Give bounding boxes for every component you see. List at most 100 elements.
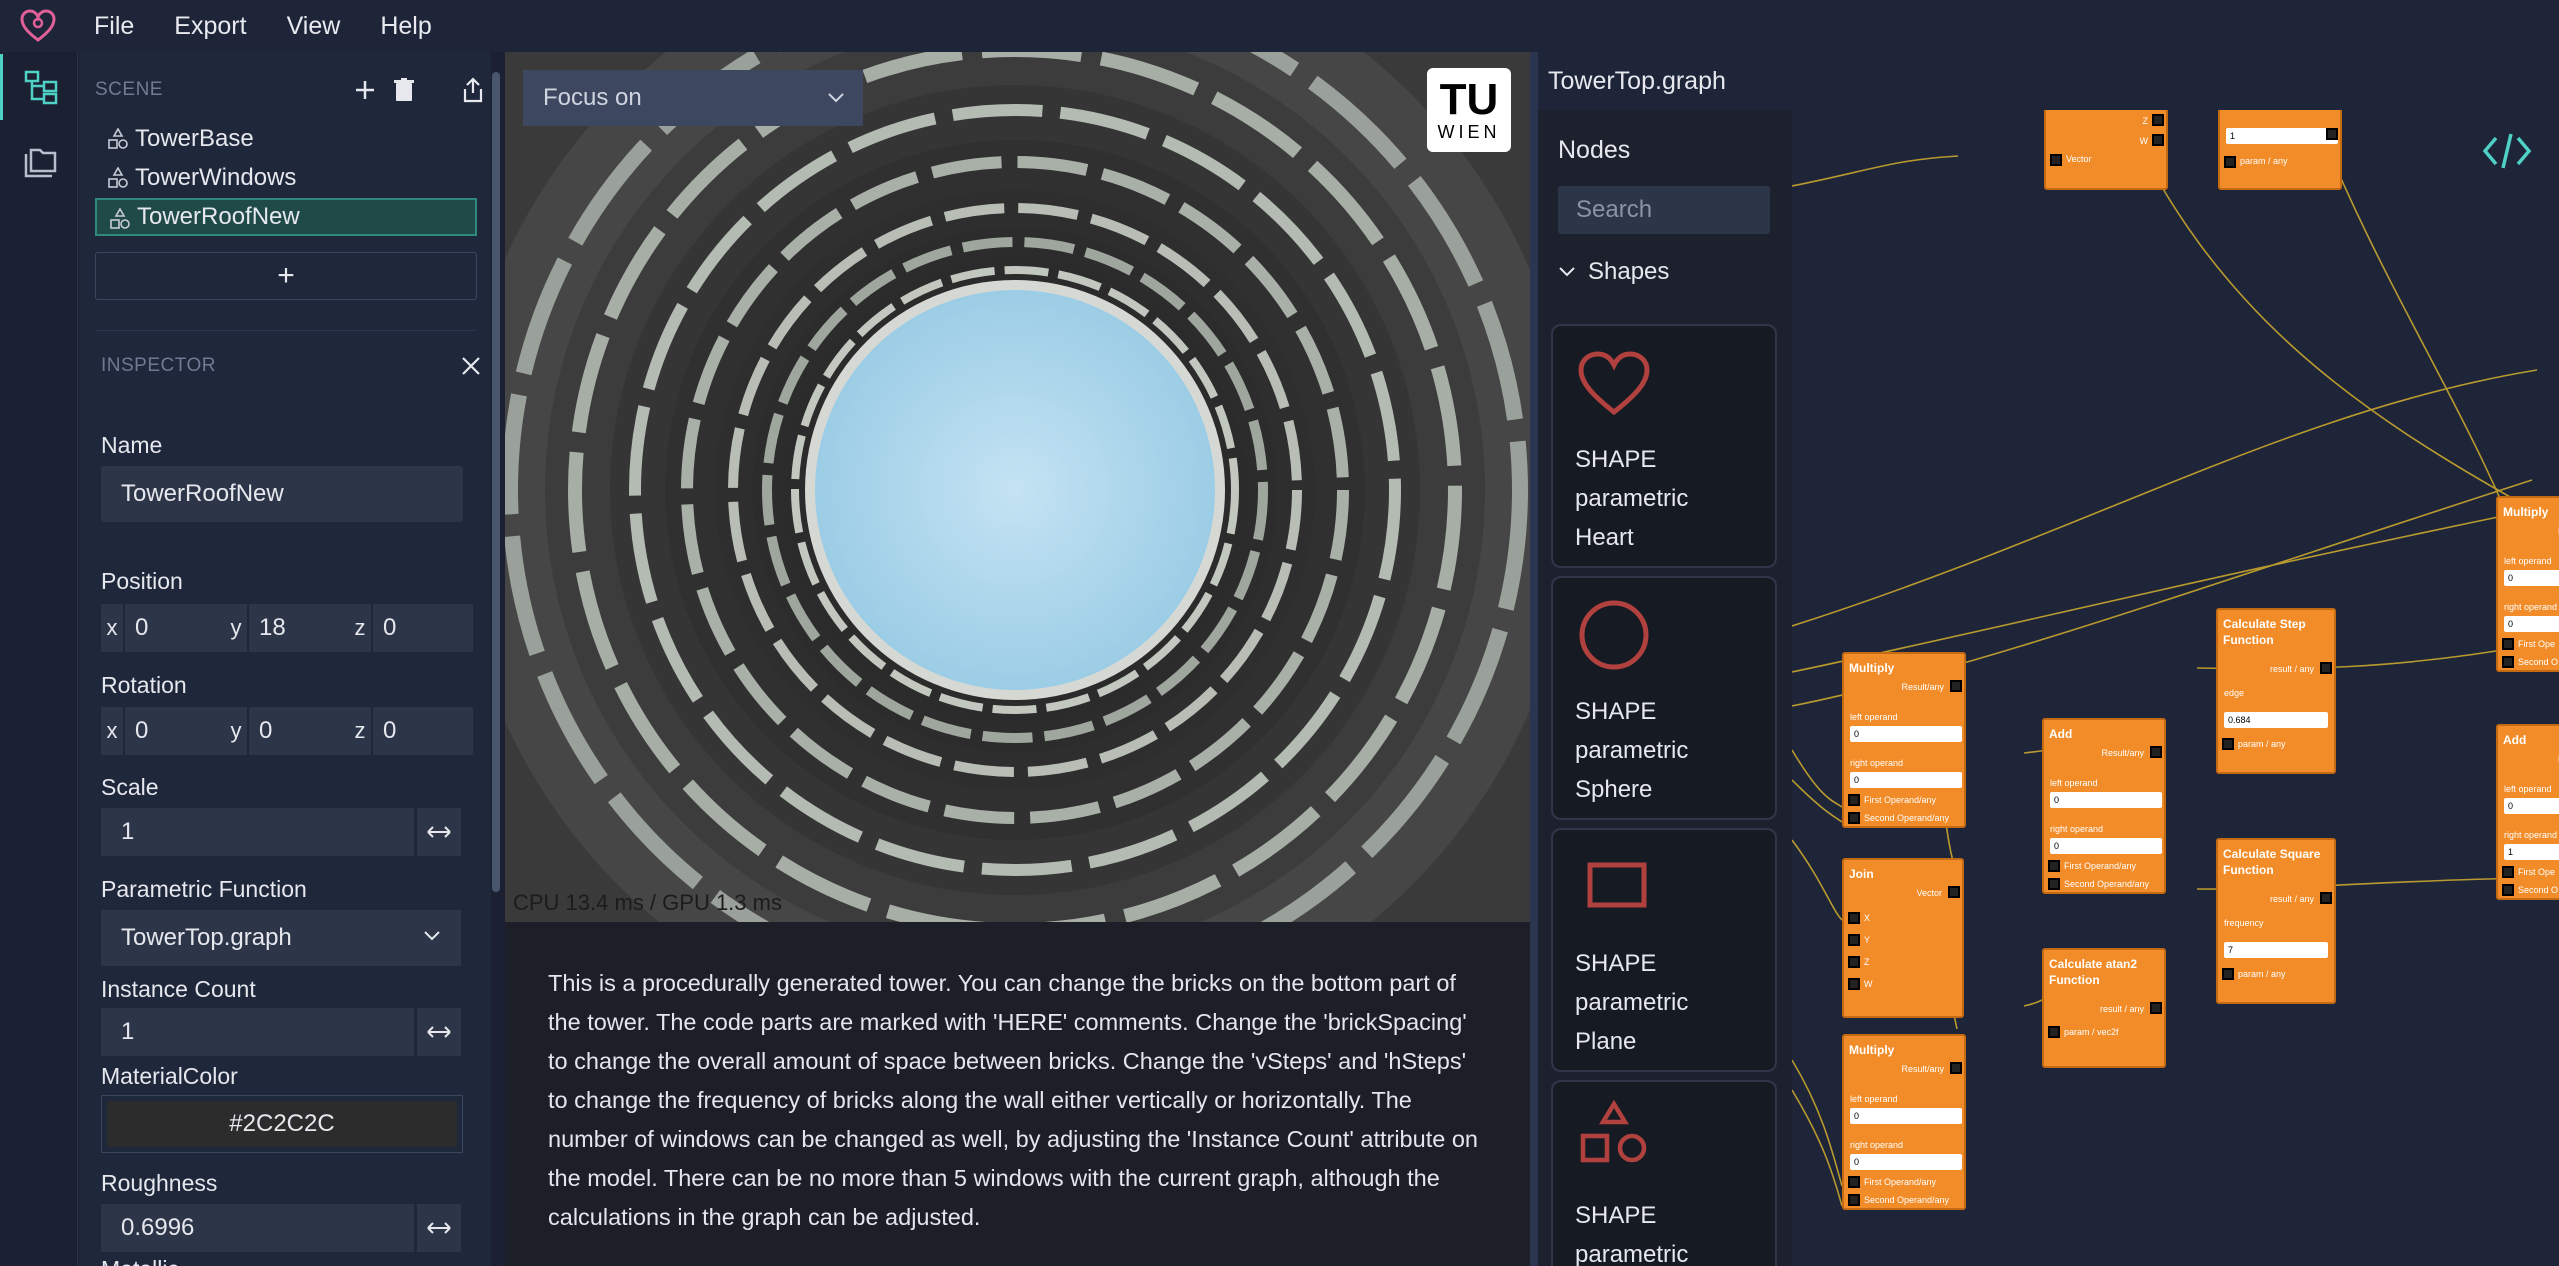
input-port[interactable] bbox=[1848, 1176, 1860, 1188]
node-multiply[interactable]: Multiply Result/any left operand 0 right… bbox=[1842, 652, 1966, 828]
input-port[interactable] bbox=[1848, 794, 1860, 806]
value-input[interactable]: 0 bbox=[1850, 1108, 1962, 1124]
value-input[interactable]: 0 bbox=[1850, 726, 1962, 742]
app-logo-icon[interactable] bbox=[0, 0, 76, 52]
node-param-partial[interactable]: 1 param / any bbox=[2218, 110, 2342, 190]
menu-help[interactable]: Help bbox=[380, 12, 431, 41]
tree-item-towerroofnew[interactable]: TowerRoofNew bbox=[95, 198, 477, 236]
value-input[interactable]: 1 bbox=[2504, 844, 2559, 860]
value-input[interactable]: 1 bbox=[2226, 128, 2338, 144]
position-y-input[interactable]: 18 bbox=[249, 604, 349, 652]
input-port[interactable] bbox=[2048, 1026, 2060, 1038]
code-view-icon[interactable] bbox=[2482, 130, 2532, 172]
add-scene-item-button[interactable]: + bbox=[95, 252, 477, 300]
value-input[interactable]: 0 bbox=[2504, 798, 2559, 814]
instance-input[interactable]: 1 bbox=[101, 1008, 414, 1056]
rotation-y-input[interactable]: 0 bbox=[249, 707, 349, 755]
node-vector-partial[interactable]: Z W Vector bbox=[2044, 110, 2168, 190]
input-port[interactable] bbox=[1848, 1194, 1860, 1206]
input-port[interactable] bbox=[2502, 638, 2514, 650]
shape-card-plane[interactable]: SHAPE parametric Plane bbox=[1551, 828, 1777, 1072]
node-atan2[interactable]: Calculate atan2 Function result / any pa… bbox=[2042, 948, 2166, 1068]
shape-card-heart[interactable]: SHAPE parametric Heart bbox=[1551, 324, 1777, 568]
input-port[interactable] bbox=[2222, 968, 2234, 980]
graph-tab-title[interactable]: TowerTop.graph bbox=[1538, 52, 2559, 110]
output-port[interactable] bbox=[1948, 886, 1960, 898]
focus-select[interactable]: Focus on bbox=[523, 70, 863, 126]
close-icon[interactable] bbox=[461, 356, 481, 376]
add-object-icon[interactable] bbox=[355, 80, 375, 100]
roughness-input[interactable]: 0.6996 bbox=[101, 1204, 414, 1252]
input-port[interactable] bbox=[2502, 866, 2514, 878]
input-port[interactable] bbox=[2502, 656, 2514, 668]
value-input[interactable]: 0 bbox=[2504, 616, 2559, 632]
3d-viewport[interactable]: Focus on TU WIEN CPU 13.4 ms / GPU 1.3 m… bbox=[505, 52, 1530, 922]
output-port[interactable] bbox=[2152, 114, 2164, 126]
node-multiply-partial[interactable]: Multiply R left operand 0 right operand … bbox=[2496, 496, 2559, 672]
node-multiply[interactable]: Multiply Result/any left operand 0 right… bbox=[1842, 1034, 1966, 1210]
shapes-category[interactable]: Shapes bbox=[1558, 258, 1669, 286]
material-color-field[interactable]: #2C2C2C bbox=[101, 1095, 463, 1153]
scene-tree-button[interactable] bbox=[0, 54, 78, 120]
output-port[interactable] bbox=[1950, 1062, 1962, 1074]
menu-export[interactable]: Export bbox=[174, 12, 246, 41]
output-port[interactable] bbox=[1950, 680, 1962, 692]
output-port[interactable] bbox=[2150, 1002, 2162, 1014]
input-port[interactable] bbox=[2050, 154, 2062, 166]
name-input[interactable]: TowerRoofNew bbox=[101, 466, 463, 522]
output-port[interactable] bbox=[2320, 892, 2332, 904]
output-port[interactable] bbox=[2320, 662, 2332, 674]
input-port[interactable] bbox=[2048, 878, 2060, 890]
instance-field[interactable]: 1 bbox=[101, 1008, 461, 1056]
value-input[interactable]: 0.684 bbox=[2224, 712, 2328, 728]
position-z-input[interactable]: 0 bbox=[373, 604, 473, 652]
inspector-scrollbar[interactable] bbox=[491, 52, 501, 1266]
drag-arrows-icon[interactable] bbox=[417, 1204, 461, 1252]
scale-field[interactable]: 1 bbox=[101, 808, 461, 856]
input-port[interactable] bbox=[1848, 978, 1860, 990]
node-add[interactable]: Add Result/any left operand 0 right oper… bbox=[2042, 718, 2166, 894]
input-port[interactable] bbox=[1848, 956, 1860, 968]
value-input[interactable]: 0 bbox=[2504, 570, 2559, 586]
export-icon[interactable] bbox=[461, 77, 485, 103]
explorer-button[interactable] bbox=[0, 130, 78, 196]
value-input[interactable]: 0 bbox=[2050, 838, 2162, 854]
roughness-field[interactable]: 0.6996 bbox=[101, 1204, 461, 1252]
node-step[interactable]: Calculate Step Function result / any edg… bbox=[2216, 608, 2336, 774]
drag-arrows-icon[interactable] bbox=[417, 1008, 461, 1056]
value-input[interactable]: 0 bbox=[2050, 792, 2162, 808]
position-x-input[interactable]: 0 bbox=[125, 604, 225, 652]
position-y[interactable]: y 18 bbox=[225, 604, 349, 652]
input-port[interactable] bbox=[1848, 934, 1860, 946]
input-port[interactable] bbox=[1848, 912, 1860, 924]
node-square[interactable]: Calculate Square Function result / any f… bbox=[2216, 838, 2336, 1004]
value-input[interactable]: 0 bbox=[1850, 1154, 1962, 1170]
trash-icon[interactable] bbox=[393, 78, 415, 102]
scrollbar-thumb[interactable] bbox=[492, 72, 500, 892]
input-port[interactable] bbox=[2222, 738, 2234, 750]
rotation-x[interactable]: x0 bbox=[101, 707, 225, 755]
rotation-x-input[interactable]: 0 bbox=[125, 707, 225, 755]
menu-file[interactable]: File bbox=[94, 12, 134, 41]
rotation-z-input[interactable]: 0 bbox=[373, 707, 473, 755]
value-input[interactable]: 7 bbox=[2224, 942, 2328, 958]
shape-card-mixed[interactable]: SHAPE parametric bbox=[1551, 1080, 1777, 1266]
input-port[interactable] bbox=[2048, 860, 2060, 872]
node-add-partial[interactable]: Add R left operand 0 right operand 1 Fir… bbox=[2496, 724, 2559, 900]
value-input[interactable]: 0 bbox=[1850, 772, 1962, 788]
rotation-y[interactable]: y0 bbox=[225, 707, 349, 755]
scale-input[interactable]: 1 bbox=[101, 808, 414, 856]
rotation-z[interactable]: z0 bbox=[349, 707, 473, 755]
input-port[interactable] bbox=[1848, 812, 1860, 824]
output-port[interactable] bbox=[2152, 134, 2164, 146]
input-port[interactable] bbox=[2224, 156, 2236, 168]
input-port[interactable] bbox=[2502, 884, 2514, 896]
tree-item-towerwindows[interactable]: TowerWindows bbox=[95, 159, 477, 197]
material-color-swatch[interactable]: #2C2C2C bbox=[107, 1101, 457, 1147]
position-x[interactable]: x0 bbox=[101, 604, 225, 652]
menu-view[interactable]: View bbox=[287, 12, 341, 41]
tree-item-towerbase[interactable]: TowerBase bbox=[95, 120, 477, 158]
output-port[interactable] bbox=[2150, 746, 2162, 758]
nodes-search-input[interactable]: Search bbox=[1558, 186, 1770, 234]
panel-splitter[interactable] bbox=[1530, 52, 1538, 1266]
